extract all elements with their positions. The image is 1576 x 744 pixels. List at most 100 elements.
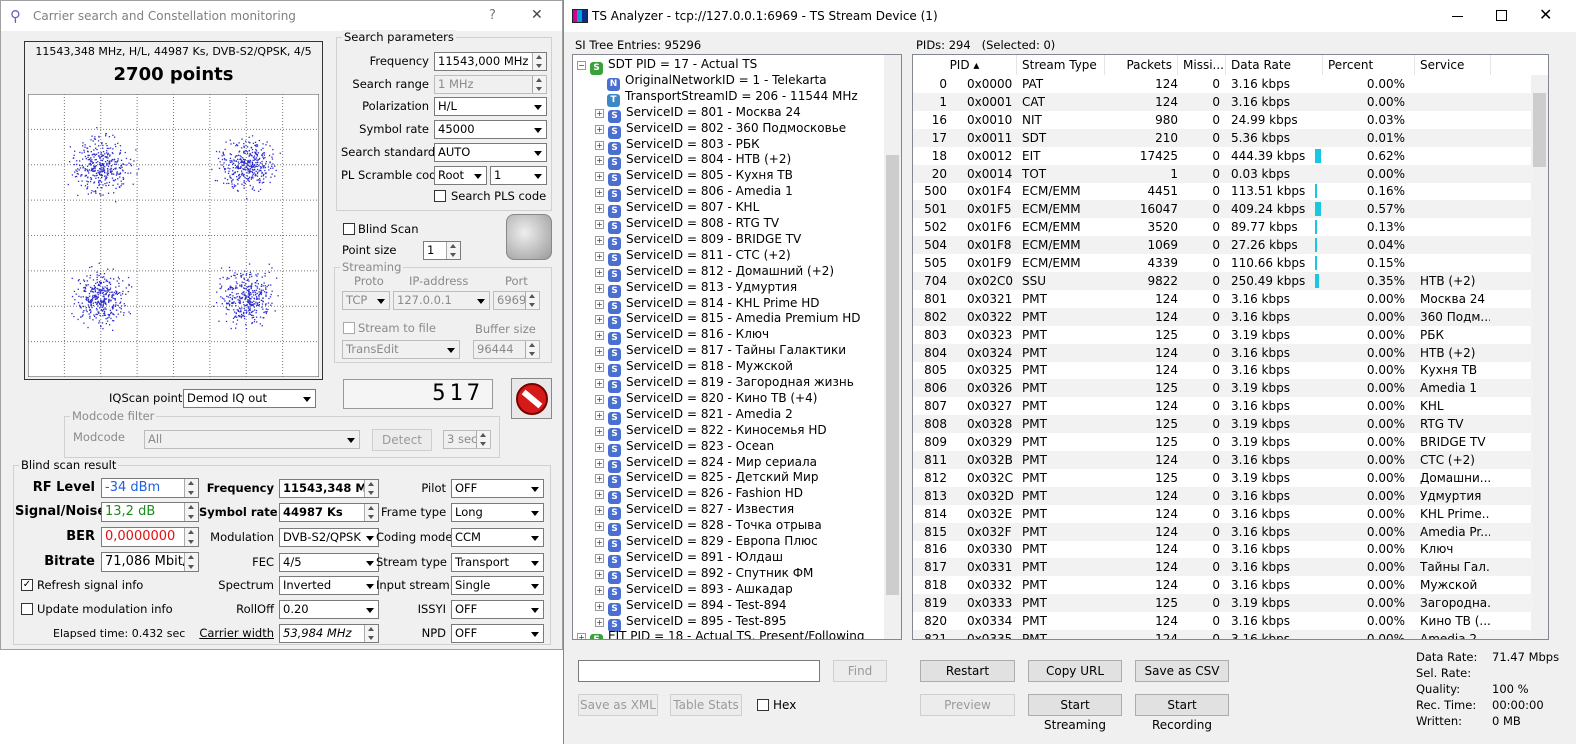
table-row[interactable]: 809 0x0329 PMT 125 0 3.19 kbps 0.00% BRIDGE TV xyxy=(913,433,1533,451)
expand-icon[interactable]: + xyxy=(595,220,604,229)
table-row[interactable]: 821 0x0335 PMT 124 0 3.16 kbps 0.00% Amedia 2 xyxy=(913,629,1533,639)
tree-scroll-thumb[interactable] xyxy=(886,155,899,595)
tree-scrollbar[interactable] xyxy=(884,55,901,639)
table-row[interactable]: 814 0x032E PMT 124 0 3.16 kbps 0.00% KHL Prime.… xyxy=(913,505,1533,523)
expand-icon[interactable]: + xyxy=(595,426,604,436)
column-header-pid[interactable]: PID ▴ xyxy=(913,55,1017,75)
tree-node[interactable]: + S ServiceID = 892 - Спутник ФМ xyxy=(595,565,813,584)
copy-url-button[interactable]: Copy URL xyxy=(1028,660,1122,682)
table-row[interactable]: 505 0x01F9 ECM/EMM 4339 0 110.66 kbps 0.15% xyxy=(913,254,1533,272)
tree-node[interactable]: + S ServiceID = 807 - KHL xyxy=(595,199,759,219)
spectrum-select[interactable]: Inverted xyxy=(279,576,379,595)
maximize-icon[interactable] xyxy=(1496,10,1507,21)
update-modulation-checkbox[interactable] xyxy=(21,603,33,615)
table-row[interactable]: 820 0x0334 PMT 124 0 3.16 kbps 0.00% Кино ТВ (.… xyxy=(913,612,1533,630)
table-row[interactable]: 502 0x01F6 ECM/EMM 3520 0 89.77 kbps 0.13% xyxy=(913,218,1533,236)
table-row[interactable]: 817 0x0331 PMT 124 0 3.16 kbps 0.00% Тайны Гал.… xyxy=(913,558,1533,577)
minimize-icon[interactable] xyxy=(1452,16,1463,17)
symbol-rate-select[interactable]: 45000 xyxy=(434,120,547,139)
tree-node[interactable]: + S ServiceID = 824 - Мир сериала xyxy=(595,454,817,473)
pl-value-select[interactable]: 1 xyxy=(490,166,547,185)
expand-icon[interactable]: + xyxy=(595,474,604,484)
tree-node[interactable]: T TransportStreamID = 206 - 11544 MHz xyxy=(607,88,858,107)
expand-icon[interactable]: + xyxy=(595,394,604,404)
tree-node[interactable]: + S ServiceID = 818 - Мужской xyxy=(595,358,793,378)
column-header-pct[interactable]: Percent xyxy=(1323,55,1415,75)
pid-scroll-thumb[interactable] xyxy=(1533,93,1546,167)
point-size-input[interactable]: 1 xyxy=(423,241,461,260)
expand-icon[interactable]: + xyxy=(595,490,604,500)
table-row[interactable]: 16 0x0010 NIT 980 0 24.99 kbps 0.03% xyxy=(913,111,1533,129)
expand-icon[interactable]: + xyxy=(595,442,604,452)
table-row[interactable]: 8190x0333PMT12503.19 kbps0.00%Загородна.… xyxy=(913,594,1533,613)
tree-node[interactable]: + S ServiceID = 817 - Тайны Галактики xyxy=(595,342,846,362)
tree-node[interactable]: + S ServiceID = 801 - Москва 24 xyxy=(595,104,801,123)
fec-select[interactable]: 4/5 xyxy=(279,553,379,572)
tree-node[interactable]: + S ServiceID = 823 - Ocean xyxy=(595,438,774,457)
table-row[interactable]: 704 0x02C0 SSU 9822 0 250.49 kbps 0.35% НТВ (+2… xyxy=(913,271,1533,290)
table-row[interactable]: 808 0x0328 PMT 125 0 3.19 kbps 0.00% RTG TV xyxy=(913,415,1533,434)
expand-icon[interactable]: + xyxy=(595,347,604,357)
help-icon[interactable]: ? xyxy=(489,8,496,23)
expand-icon[interactable]: + xyxy=(595,108,604,118)
tree-node[interactable]: + S ServiceID = 809 - BRIDGE TV xyxy=(595,231,801,250)
table-row[interactable]: 18 0x0012 EIT 17425 0 444.39 kbps 0.62% xyxy=(913,147,1533,165)
expand-icon[interactable]: + xyxy=(595,172,604,182)
column-header-svc[interactable]: Service xyxy=(1415,55,1491,75)
expand-icon[interactable]: + xyxy=(595,283,604,293)
expand-icon[interactable]: − xyxy=(577,61,586,70)
carrier-width-label[interactable]: Carrier width xyxy=(199,626,274,640)
expand-icon[interactable]: + xyxy=(595,538,604,547)
table-row[interactable]: 802 0x0322 PMT 124 0 3.16 kbps 0.00% 360 Подм..… xyxy=(913,307,1533,326)
tree-node[interactable]: + S ServiceID = 893 - Ашкадар xyxy=(595,581,793,600)
refresh-signal-checkbox[interactable]: ✓ xyxy=(21,579,33,591)
expand-icon[interactable]: + xyxy=(595,299,604,309)
tree-node[interactable]: + S ServiceID = 894 - Test-894 xyxy=(595,597,787,616)
modulation-select[interactable]: DVB-S2/QPSK xyxy=(279,528,379,547)
table-row[interactable]: 801 0x0321 PMT 124 0 3.16 kbps 0.00% Москва 24 xyxy=(913,290,1533,308)
tree-node[interactable]: − S SDT PID = 17 - Actual TS xyxy=(577,56,757,75)
expand-icon[interactable]: + xyxy=(595,553,604,563)
tree-node[interactable]: + S ServiceID = 822 - Киносемья HD xyxy=(595,422,827,441)
table-row[interactable]: 500 0x01F4 ECM/EMM 4451 0 113.51 kbps 0.16% xyxy=(913,182,1533,200)
table-row[interactable]: 818 0x0332 PMT 124 0 3.16 kbps 0.00% Мужской xyxy=(913,576,1533,594)
pl-mode-select[interactable]: Root xyxy=(434,166,487,185)
tree-node[interactable]: + S ServiceID = 806 - Amedia 1 xyxy=(595,183,793,203)
tree-node[interactable]: + S ServiceID = 820 - Кино ТВ (+4) xyxy=(595,390,817,409)
blind-scan-checkbox[interactable] xyxy=(343,223,355,235)
pid-scrollbar[interactable] xyxy=(1531,75,1548,639)
expand-icon[interactable]: + xyxy=(595,569,604,579)
input-stream-select[interactable]: Single xyxy=(451,576,544,595)
polarization-select[interactable]: H/L xyxy=(434,97,547,116)
expand-icon[interactable]: + xyxy=(595,585,604,595)
close-icon[interactable]: ✕ xyxy=(531,7,543,23)
tree-node[interactable]: + S ServiceID = 803 - РБК xyxy=(595,136,760,155)
table-row[interactable]: 813 0x032D PMT 124 0 3.16 kbps 0.00% Удмуртия xyxy=(913,486,1533,505)
save-csv-button[interactable]: Save as CSV xyxy=(1135,660,1229,682)
tree-node[interactable]: N OriginalNetworkID = 1 - Telekarta xyxy=(607,72,827,91)
table-row[interactable]: 811 0x032B PMT 124 0 3.16 kbps 0.00% СТС (+2) xyxy=(913,450,1533,469)
tree-node[interactable]: + S ServiceID = 808 - RTG TV xyxy=(595,215,779,234)
pid-table[interactable]: PID ▴ Stream Type Packets Missi... Data Rate… xyxy=(912,54,1549,640)
table-row[interactable]: 806 0x0326 PMT 125 0 3.19 kbps 0.00% Amedia 1 xyxy=(913,379,1533,398)
frequency-input[interactable]: 11543,000 MHz xyxy=(434,52,547,71)
tree-node[interactable]: + S ServiceID = 825 - Детский Мир xyxy=(595,469,818,489)
tree-node[interactable]: + S ServiceID = 816 - Ключ xyxy=(595,326,769,346)
hex-checkbox[interactable] xyxy=(757,699,769,711)
expand-icon[interactable]: + xyxy=(595,315,604,325)
expand-icon[interactable]: + xyxy=(595,204,604,214)
tree-node[interactable]: + S ServiceID = 826 - Fashion HD xyxy=(595,485,803,505)
table-row[interactable]: 504 0x01F8 ECM/EMM 1069 0 27.26 kbps 0.04% xyxy=(913,236,1533,255)
table-row[interactable]: 816 0x0330 PMT 124 0 3.16 kbps 0.00% Ключ xyxy=(913,540,1533,558)
restart-button[interactable]: Restart xyxy=(920,660,1015,682)
stop-button[interactable] xyxy=(511,378,552,419)
table-row[interactable]: 807 0x0327 PMT 124 0 3.16 kbps 0.00% KHL xyxy=(913,397,1533,415)
table-row[interactable]: 815 0x032F PMT 124 0 3.16 kbps 0.00% Amedia Pr.… xyxy=(913,522,1533,541)
column-header-packets[interactable]: Packets xyxy=(1105,55,1178,75)
expand-icon[interactable]: + xyxy=(595,458,604,468)
expand-icon[interactable]: + xyxy=(595,124,604,134)
rolloff-select[interactable]: 0.20 xyxy=(279,600,379,619)
find-input[interactable] xyxy=(578,660,820,682)
start-recording-button[interactable]: Start Recording xyxy=(1135,694,1229,732)
table-row[interactable]: 0 0x0000 PAT 124 0 3.16 kbps 0.00% xyxy=(913,75,1533,93)
